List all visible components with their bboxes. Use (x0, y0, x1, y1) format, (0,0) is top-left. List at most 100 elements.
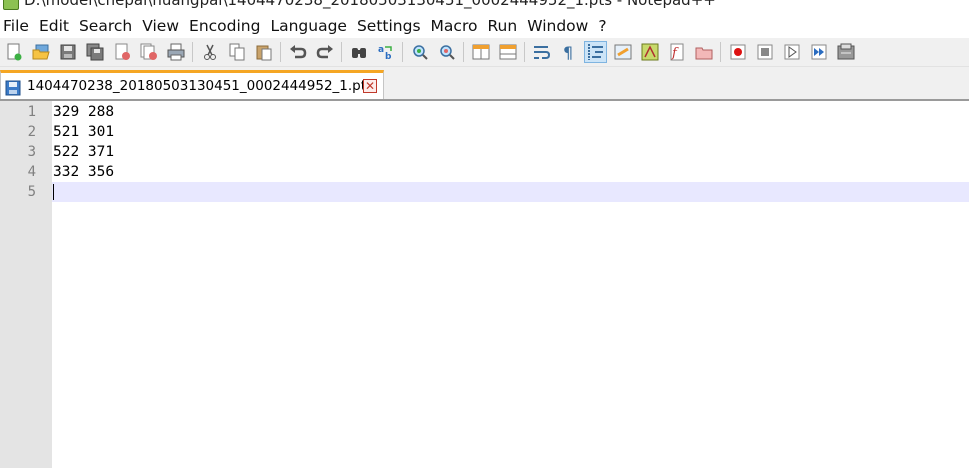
doc-list-icon (695, 47, 712, 60)
undo-icon (289, 45, 306, 59)
toolbar-separator (720, 42, 721, 62)
tab-saved-icon (5, 80, 21, 96)
close-all-button[interactable] (137, 41, 160, 63)
stop-macro-icon (757, 44, 772, 60)
redo-button[interactable] (313, 41, 336, 63)
save-all-button[interactable] (83, 41, 106, 63)
run-macro-multiple-icon (811, 44, 826, 60)
tab-document[interactable]: 1404470238_20180503130451_0002444952_1.p… (0, 70, 384, 100)
doc-map-button[interactable] (611, 41, 634, 63)
sync-horizontal-button[interactable] (496, 41, 519, 63)
new-file-button[interactable] (2, 41, 25, 63)
menu-encoding[interactable]: Encoding (184, 14, 265, 38)
record-macro-button[interactable] (726, 41, 749, 63)
close-icon (115, 43, 130, 60)
toolbar-separator (524, 42, 525, 62)
zoom-in-button[interactable] (408, 41, 431, 63)
text-caret (53, 184, 54, 200)
menu-help[interactable]: ? (593, 14, 611, 38)
play-macro-icon (784, 44, 799, 60)
run-macro-multiple-button[interactable] (807, 41, 830, 63)
open-file-button[interactable] (29, 41, 52, 63)
doc-list-button[interactable] (692, 41, 715, 63)
menu-macro[interactable]: Macro (426, 14, 483, 38)
function-list-button[interactable] (638, 41, 661, 63)
notepadpp-logo-icon (3, 0, 19, 10)
save-macro-icon (837, 43, 854, 60)
save-all-icon (86, 43, 103, 61)
menu-settings[interactable]: Settings (352, 14, 426, 38)
paste-icon (256, 45, 271, 61)
folder-workspace-button[interactable]: f (665, 41, 688, 63)
open-file-icon (32, 44, 50, 60)
code-line[interactable]: 522 371 (53, 142, 114, 162)
folder-workspace-icon: f (670, 43, 683, 61)
paste-button[interactable] (252, 41, 275, 63)
copy-button[interactable] (225, 41, 248, 63)
toolbar-separator (341, 42, 342, 62)
toolbar-separator (402, 42, 403, 62)
sync-vertical-button[interactable] (469, 41, 492, 63)
new-file-icon (7, 43, 21, 61)
zoom-out-button[interactable] (435, 41, 458, 63)
close-button[interactable] (110, 41, 133, 63)
sync-horizontal-icon (499, 44, 516, 60)
code-line[interactable]: 329 288 (53, 102, 114, 122)
editor-area[interactable]: 1 2 3 4 5 329 288 521 301 522 371 332 35… (0, 101, 969, 468)
line-number: 4 (27, 164, 36, 180)
print-icon (167, 43, 184, 61)
menu-run[interactable]: Run (482, 14, 522, 38)
svg-text:a: a (378, 45, 384, 55)
stop-macro-button[interactable] (753, 41, 776, 63)
menu-window[interactable]: Window (522, 14, 593, 38)
zoom-out-icon (439, 45, 455, 60)
record-macro-icon (730, 44, 745, 60)
menu-edit[interactable]: Edit (34, 14, 74, 38)
zoom-in-icon (412, 45, 428, 60)
svg-text:b: b (385, 52, 392, 61)
menu-search[interactable]: Search (74, 14, 137, 38)
redo-icon (316, 45, 333, 59)
toolbar-separator (280, 42, 281, 62)
sync-vertical-icon (472, 44, 489, 60)
play-macro-button[interactable] (780, 41, 803, 63)
show-all-chars-icon: ¶ (563, 43, 573, 61)
cut-icon (203, 44, 216, 60)
close-all-icon (140, 43, 157, 60)
save-icon (60, 44, 75, 60)
replace-icon: ab (378, 45, 392, 61)
tab-close-icon[interactable]: ✕ (363, 79, 377, 93)
line-number: 3 (27, 144, 36, 160)
line-number: 5 (27, 184, 36, 200)
svg-text:¶: ¶ (563, 43, 573, 61)
find-button[interactable] (347, 41, 370, 63)
toolbar-separator (192, 42, 193, 62)
print-button[interactable] (164, 41, 187, 63)
cut-button[interactable] (198, 41, 221, 63)
function-list-icon (641, 43, 658, 61)
save-macro-button[interactable] (834, 41, 857, 63)
line-number: 2 (27, 124, 36, 140)
current-line-highlight (52, 182, 969, 202)
save-button[interactable] (56, 41, 79, 63)
indent-guide-button[interactable] (584, 41, 607, 63)
find-icon (351, 48, 366, 58)
title-bar: D:\model\chepai\huangpai\1404470238_2018… (0, 0, 969, 14)
menu-file[interactable]: File (0, 14, 34, 38)
undo-button[interactable] (286, 41, 309, 63)
toolbar: ab ¶ f (0, 38, 969, 67)
show-all-chars-button[interactable]: ¶ (557, 41, 580, 63)
replace-button[interactable]: ab (374, 41, 397, 63)
line-number: 1 (27, 104, 36, 120)
indent-guide-icon (587, 44, 603, 60)
code-line[interactable]: 521 301 (53, 122, 114, 142)
word-wrap-button[interactable] (530, 41, 553, 63)
doc-map-icon (614, 44, 631, 60)
menu-view[interactable]: View (137, 14, 184, 38)
copy-icon (229, 43, 244, 61)
tab-label: 1404470238_20180503130451_0002444952_1.p… (27, 78, 374, 94)
window-title: D:\model\chepai\huangpai\1404470238_2018… (24, 0, 716, 9)
toolbar-separator (463, 42, 464, 62)
menu-language[interactable]: Language (265, 14, 352, 38)
code-line[interactable]: 332 356 (53, 162, 114, 182)
